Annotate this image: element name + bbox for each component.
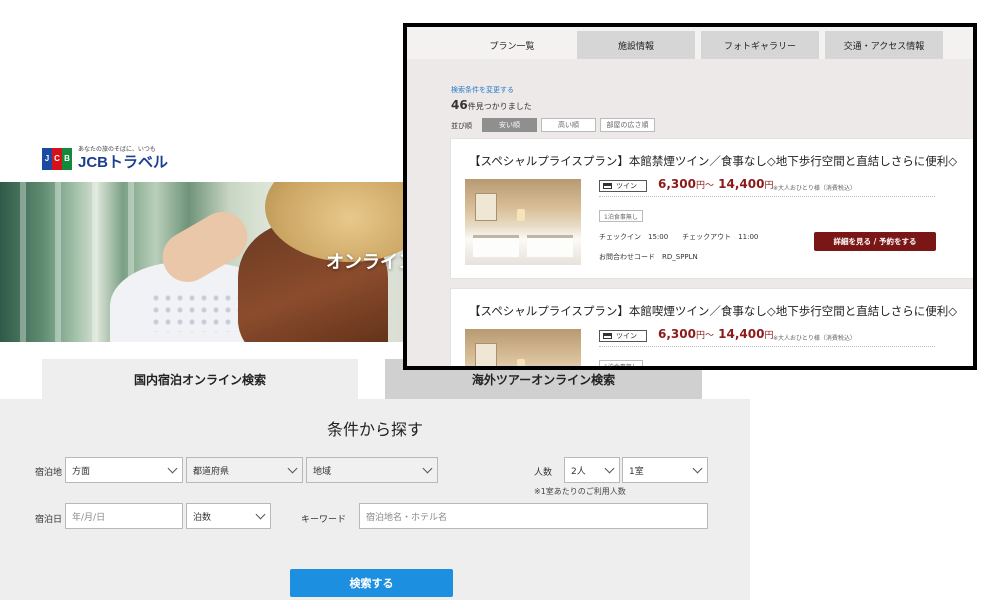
area-label: 宿泊地 (35, 468, 63, 478)
jcb-travel-logo[interactable]: J C B あなたの旅のそばに、いつも JCBトラベル (42, 146, 168, 171)
people-select[interactable]: 2人 (564, 457, 620, 483)
chevron-down-icon (255, 509, 266, 520)
region-select[interactable]: 地域 (306, 457, 438, 483)
prefecture-value: 都道府県 (193, 466, 230, 477)
chevron-down-icon (422, 463, 433, 474)
price-low: 6,300 (658, 327, 696, 341)
bed-icon (603, 183, 612, 189)
divider (599, 196, 935, 197)
nights-select[interactable]: 泊数 (186, 503, 271, 529)
result-count-suffix: 件見つかりました (467, 102, 532, 111)
search-button[interactable]: 検索する (290, 569, 453, 597)
prefecture-select[interactable]: 都道府県 (186, 457, 303, 483)
logo-name: JCBトラベル (78, 154, 169, 171)
tab-domestic-search[interactable]: 国内宿泊オンライン検索 (42, 359, 358, 399)
keyword-placeholder: 宿泊地名・ホテル名 (366, 512, 448, 523)
tab-plan-list[interactable]: プラン一覧 (453, 31, 571, 59)
chevron-down-icon (287, 463, 298, 474)
plan-card: 【スペシャルプライスプラン】本館喫煙ツイン／食事なし◇地下歩行空間と直結しさらに… (450, 288, 973, 366)
logo-tagline: あなたの旅のそばに、いつも (78, 146, 156, 153)
detail-reserve-button[interactable]: 詳細を見る / 予約をする (814, 232, 936, 251)
keyword-input[interactable]: 宿泊地名・ホテル名 (359, 503, 708, 529)
sort-label: 並び順 (451, 122, 472, 130)
meal-tag: 1泊食事無し (599, 210, 643, 222)
price-range: 6,300円〜 14,400円 (658, 327, 774, 341)
chevron-down-icon (167, 463, 178, 474)
divider (599, 346, 935, 347)
rooms-value: 1室 (629, 466, 644, 477)
sort-cheapest-button[interactable]: 安い順 (482, 118, 537, 132)
logo-mark-b: B (62, 147, 72, 170)
room-type: ツイン (616, 182, 637, 190)
change-search-link[interactable]: 検索条件を変更する (451, 85, 514, 95)
result-count-number: 46 (451, 98, 468, 112)
room-photo[interactable] (465, 179, 581, 265)
price-range: 6,300円〜 14,400円 (658, 177, 774, 191)
price-note: ※大人おひとり様（消費税込） (773, 335, 856, 342)
tab-facility-info[interactable]: 施設情報 (577, 31, 695, 59)
price-sep: 円〜 (695, 181, 714, 191)
sort-expensive-button[interactable]: 高い順 (541, 118, 596, 132)
logo-mark-c: C (52, 147, 62, 170)
room-photo[interactable] (465, 329, 581, 366)
hero-title: オンライン (326, 252, 410, 273)
keyword-label: キーワード (301, 515, 347, 525)
sort-room-size-button[interactable]: 部屋の広さ順 (600, 118, 655, 132)
checkin-times: チェックイン 15:00 チェックアウト 11:00 (599, 233, 759, 241)
tab-photo-gallery[interactable]: フォトギャラリー (701, 31, 819, 59)
meal-tag: 1泊食事無し (599, 360, 643, 366)
result-count: 46件見つかりました (451, 98, 532, 112)
detail-tabs: プラン一覧 施設情報 フォトギャラリー 交通・アクセス情報 (453, 31, 943, 59)
price-sep: 円〜 (695, 331, 714, 341)
search-panel: 条件から探す 宿泊地 方面 都道府県 地域 人数 2人 1室 ※1室あたりのご利… (0, 399, 750, 600)
people-label: 人数 (534, 468, 553, 478)
jcb-logo-icon: J C B (42, 147, 72, 170)
logo-mark-j: J (42, 147, 52, 170)
room-type-badge: ツイン (599, 180, 647, 192)
people-note: ※1室あたりのご利用人数 (534, 487, 626, 496)
nights-value: 泊数 (193, 512, 212, 523)
price-high: 14,400 (718, 177, 765, 191)
date-label: 宿泊日 (35, 515, 63, 525)
chevron-down-icon (604, 463, 615, 474)
direction-select[interactable]: 方面 (65, 457, 183, 483)
inquiry-code: お問合わせコード RD_SPPLN (599, 253, 698, 261)
price-high: 14,400 (718, 327, 765, 341)
plan-title[interactable]: 【スペシャルプライスプラン】本館禁煙ツイン／食事なし◇地下歩行空間と直結しさらに… (469, 153, 957, 169)
plan-card: 【スペシャルプライスプラン】本館禁煙ツイン／食事なし◇地下歩行空間と直結しさらに… (450, 138, 973, 279)
bed-icon (603, 333, 612, 339)
region-value: 地域 (313, 466, 332, 477)
room-type: ツイン (616, 332, 637, 340)
chevron-down-icon (692, 463, 703, 474)
price-low: 6,300 (658, 177, 696, 191)
plan-list-window: プラン一覧 施設情報 フォトギャラリー 交通・アクセス情報 検索条件を変更する … (403, 23, 977, 370)
page: J C B あなたの旅のそばに、いつも JCBトラベル オンライン 国内宿泊オン… (0, 0, 1000, 600)
date-input[interactable]: 年/月/日 (65, 503, 183, 529)
room-type-badge: ツイン (599, 330, 647, 342)
plan-title[interactable]: 【スペシャルプライスプラン】本館喫煙ツイン／食事なし◇地下歩行空間と直結しさらに… (469, 303, 957, 319)
date-placeholder: 年/月/日 (72, 512, 106, 523)
rooms-select[interactable]: 1室 (622, 457, 708, 483)
direction-value: 方面 (72, 466, 91, 477)
tab-access-info[interactable]: 交通・アクセス情報 (825, 31, 943, 59)
people-value: 2人 (571, 466, 586, 477)
price-note: ※大人おひとり様（消費税込） (773, 185, 856, 192)
plan-list-content: 検索条件を変更する 46件見つかりました 並び順 安い順 高い順 部屋の広さ順 … (407, 59, 973, 366)
search-title: 条件から探す (326, 420, 423, 439)
